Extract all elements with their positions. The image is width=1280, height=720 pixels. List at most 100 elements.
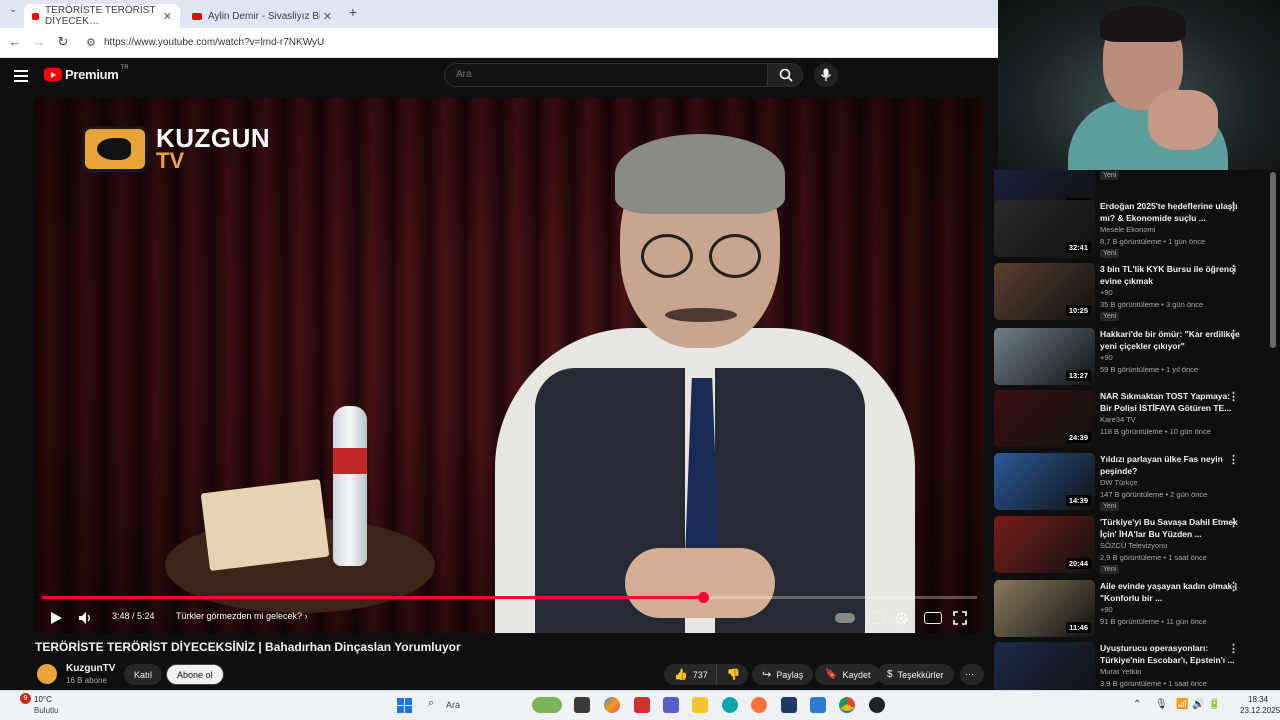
- recommendation-item[interactable]: 32:41 Erdoğan 2025'te hedeflerine ulaştı …: [994, 200, 1270, 260]
- dislike-button[interactable]: 👎: [717, 664, 751, 685]
- tab-active[interactable]: TERÖRİSTE TERÖRİST DİYECEK… ✕: [24, 4, 180, 28]
- more-options-icon[interactable]: ⋮: [1228, 453, 1239, 466]
- video-player[interactable]: KUZGUN TV 3:48 / 5:24 Türkler görmezden: [35, 98, 984, 633]
- search-button[interactable]: [767, 63, 803, 87]
- edge-icon[interactable]: [722, 697, 738, 713]
- recommendation-channel[interactable]: +90: [1100, 605, 1113, 614]
- like-button[interactable]: 👍 737: [664, 664, 717, 685]
- new-tab-button[interactable]: +: [344, 4, 362, 20]
- channel-name[interactable]: KuzgunTV: [66, 663, 115, 674]
- recommendation-channel[interactable]: Murat Yetkin: [1100, 667, 1141, 676]
- settings-gear-icon[interactable]: [894, 611, 909, 626]
- forward-icon[interactable]: →: [30, 34, 48, 49]
- subscribe-button[interactable]: Abone ol: [166, 664, 224, 685]
- recommendation-item[interactable]: 14:39 Yıldızı parlayan ülke Fas neyin peş…: [994, 453, 1270, 513]
- join-button[interactable]: Katıl: [124, 664, 163, 685]
- recommendation-channel[interactable]: Mesele Ekonomi: [1100, 225, 1155, 234]
- tab-list-icon[interactable]: ⌄: [4, 4, 22, 15]
- progress-bar[interactable]: [42, 592, 977, 603]
- battery-icon[interactable]: 🔋: [1208, 699, 1220, 710]
- speaker-icon[interactable]: 🔊: [1192, 699, 1204, 710]
- recommendation-title[interactable]: Hakkari'de bir ömür: "Kar erdilikçe yeni…: [1100, 328, 1240, 352]
- recommendation-title[interactable]: NAR Sıkmaktan TOST Yapmaya: Bir Polisi İ…: [1100, 390, 1240, 414]
- file-manager-icon[interactable]: [574, 697, 590, 713]
- tab-inactive[interactable]: Aylin Demir - Sivasliyız Biz - You… ✕: [184, 4, 340, 28]
- site-info-icon[interactable]: ⚙: [86, 36, 96, 49]
- more-actions-button[interactable]: ⋯: [960, 664, 984, 685]
- more-options-icon[interactable]: ⋮: [1228, 328, 1239, 341]
- clock-date[interactable]: 23.12.2025: [1240, 706, 1280, 715]
- fullscreen-icon[interactable]: [953, 611, 967, 625]
- sidebar-scrollbar[interactable]: [1270, 172, 1276, 348]
- taskbar-search-label[interactable]: Ara: [446, 700, 460, 710]
- more-options-icon[interactable]: ⋮: [1228, 390, 1239, 403]
- share-button[interactable]: ↪ Paylaş: [752, 664, 814, 685]
- recommendation-title[interactable]: 3 bin TL'lik KYK Bursu ile öğrenci evine…: [1100, 263, 1240, 287]
- url-field[interactable]: https://www.youtube.com/watch?v=lmd-r7NK…: [104, 37, 324, 48]
- voice-search-button[interactable]: [814, 63, 838, 87]
- more-options-icon[interactable]: ⋮: [1228, 516, 1239, 529]
- video-thumbnail[interactable]: 11:46: [994, 580, 1095, 637]
- teams-icon[interactable]: [663, 697, 679, 713]
- recommendation-channel[interactable]: +90: [1100, 353, 1113, 362]
- video-thumbnail[interactable]: 20:44: [994, 516, 1095, 573]
- more-options-icon[interactable]: ⋮: [1228, 642, 1239, 655]
- recommendation-title[interactable]: Uyuşturucu operasyonları: Türkiye'nin Es…: [1100, 642, 1240, 666]
- more-options-icon[interactable]: ⋮: [1228, 200, 1239, 213]
- pdf-app-icon[interactable]: [634, 697, 650, 713]
- search-input[interactable]: [456, 69, 736, 80]
- wifi-icon[interactable]: 📶: [1176, 699, 1188, 710]
- recommendation-item[interactable]: Uyuşturucu operasyonları: Türkiye'nin Es…: [994, 642, 1270, 690]
- recommendation-item[interactable]: 24:39 NAR Sıkmaktan TOST Yapmaya: Bir Pol…: [994, 390, 1270, 450]
- autoplay-toggle[interactable]: [835, 613, 855, 623]
- volume-icon[interactable]: [78, 611, 92, 625]
- recommendation-channel[interactable]: +90: [1100, 288, 1113, 297]
- taskbar-search-icon[interactable]: ⌕: [428, 697, 434, 710]
- progress-scrubber[interactable]: [698, 592, 710, 603]
- close-tab-icon[interactable]: ✕: [323, 10, 332, 23]
- more-options-icon[interactable]: ⋮: [1228, 263, 1239, 276]
- recommendation-title[interactable]: Aile evinde yaşayan kadın olmak | "Konfo…: [1100, 580, 1240, 604]
- video-thumbnail[interactable]: 10:25: [994, 263, 1095, 320]
- play-icon[interactable]: [49, 611, 63, 625]
- copilot-icon[interactable]: [604, 697, 620, 713]
- store-icon[interactable]: [781, 697, 797, 713]
- folder-icon[interactable]: [692, 697, 708, 713]
- weather-description[interactable]: Bulutlu: [34, 706, 58, 715]
- thanks-button[interactable]: $ Teşekkürler: [877, 664, 954, 685]
- reload-icon[interactable]: ↻: [54, 34, 72, 50]
- subtitles-icon[interactable]: [866, 612, 884, 624]
- video-thumbnail[interactable]: 14:39: [994, 453, 1095, 510]
- video-thumbnail[interactable]: [994, 642, 1095, 690]
- hamburger-menu-icon[interactable]: [14, 67, 28, 85]
- recommendation-item[interactable]: 11:46 Aile evinde yaşayan kadın olmak | "…: [994, 580, 1270, 640]
- widgets-icon[interactable]: [532, 697, 562, 713]
- video-thumbnail[interactable]: 32:41: [994, 200, 1095, 257]
- firefox-icon[interactable]: [751, 697, 767, 713]
- recommendation-channel[interactable]: Kare34 TV: [1100, 415, 1136, 424]
- chapter-button[interactable]: Türkler görmezden mi gelecek? ›: [176, 611, 308, 621]
- youtube-logo[interactable]: Premium TR: [44, 65, 129, 82]
- channel-avatar[interactable]: [35, 662, 59, 686]
- clock-time[interactable]: 18:34: [1248, 695, 1268, 704]
- recommendation-title[interactable]: Yıldızı parlayan ülke Fas neyin peşinde?: [1100, 453, 1240, 477]
- video-thumbnail[interactable]: 24:39: [994, 390, 1095, 447]
- chevron-up-icon[interactable]: ⌃: [1133, 699, 1141, 710]
- chrome-icon[interactable]: [839, 697, 855, 713]
- recommendation-channel[interactable]: DW Türkçe: [1100, 478, 1137, 487]
- recommendation-item[interactable]: 20:44 'Türkiye'yi Bu Savaşa Dahil Etmek İ…: [994, 516, 1270, 576]
- recommendation-item[interactable]: 10:25 3 bin TL'lik KYK Bursu ile öğrenci …: [994, 263, 1270, 323]
- mail-icon[interactable]: [810, 697, 826, 713]
- theater-mode-icon[interactable]: [924, 612, 942, 624]
- more-options-icon[interactable]: ⋮: [1228, 580, 1239, 593]
- back-icon[interactable]: ←: [6, 34, 24, 49]
- microphone-tray-icon[interactable]: 🎙: [1155, 699, 1168, 710]
- weather-temperature[interactable]: 10°C: [34, 695, 52, 704]
- close-tab-icon[interactable]: ✕: [163, 10, 172, 23]
- recommendation-channel[interactable]: SÖZCÜ Televizyonu: [1100, 541, 1167, 550]
- recommendation-title[interactable]: 'Türkiye'yi Bu Savaşa Dahil Etmek İçin' …: [1100, 516, 1240, 540]
- video-thumbnail[interactable]: 13:27: [994, 328, 1095, 385]
- recommendation-title[interactable]: Erdoğan 2025'te hedeflerine ulaştı mı? &…: [1100, 200, 1240, 224]
- obs-icon[interactable]: [869, 697, 885, 713]
- windows-start-icon[interactable]: [397, 698, 412, 713]
